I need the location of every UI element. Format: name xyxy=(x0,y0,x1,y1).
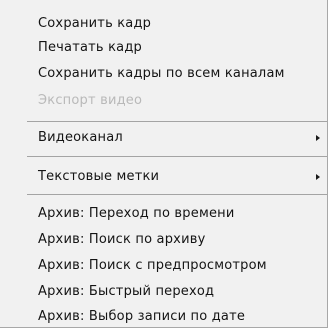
menu-item-archive-search[interactable]: Архив: Поиск по архиву xyxy=(0,228,327,252)
menu-item-text-labels[interactable]: Текстовые метки xyxy=(0,165,327,189)
menu-separator xyxy=(27,194,327,195)
context-menu: Сохранить кадр Печатать кадр Сохранить к… xyxy=(0,0,328,328)
menu-item-archive-quick-jump[interactable]: Архив: Быстрый переход xyxy=(0,280,327,304)
menu-separator xyxy=(27,156,327,157)
menu-item-label: Архив: Поиск по архиву xyxy=(38,232,206,247)
menu-item-label: Видеоканал xyxy=(38,130,123,145)
menu-item-label: Архив: Поиск с предпросмотром xyxy=(38,258,267,273)
menu-item-label: Сохранить кадры по всем каналам xyxy=(38,66,285,81)
menu-item-archive-search-preview[interactable]: Архив: Поиск с предпросмотром xyxy=(0,254,327,278)
menu-item-label: Печатать кадр xyxy=(38,40,142,55)
menu-item-archive-goto-time[interactable]: Архив: Переход по времени xyxy=(0,202,327,226)
submenu-arrow-icon xyxy=(316,135,320,141)
menu-item-label: Архив: Выбор записи по дате xyxy=(38,309,246,324)
menu-item-archive-select-by-date[interactable]: Архив: Выбор записи по дате xyxy=(0,305,327,329)
menu-item-save-frames-all-channels[interactable]: Сохранить кадры по всем каналам xyxy=(0,62,327,86)
menu-item-label: Архив: Переход по времени xyxy=(38,206,235,221)
menu-item-export-video: Экспорт видео xyxy=(0,89,327,113)
menu-item-label: Экспорт видео xyxy=(38,93,143,108)
menu-separator xyxy=(27,121,327,122)
menu-item-video-channel[interactable]: Видеоканал xyxy=(0,126,327,150)
menu-item-print-frame[interactable]: Печатать кадр xyxy=(0,36,327,60)
menu-item-label: Текстовые метки xyxy=(38,169,160,184)
submenu-arrow-icon xyxy=(316,174,320,180)
menu-item-label: Архив: Быстрый переход xyxy=(38,284,215,299)
menu-item-save-frame[interactable]: Сохранить кадр xyxy=(0,12,327,36)
menu-item-label: Сохранить кадр xyxy=(38,16,152,31)
